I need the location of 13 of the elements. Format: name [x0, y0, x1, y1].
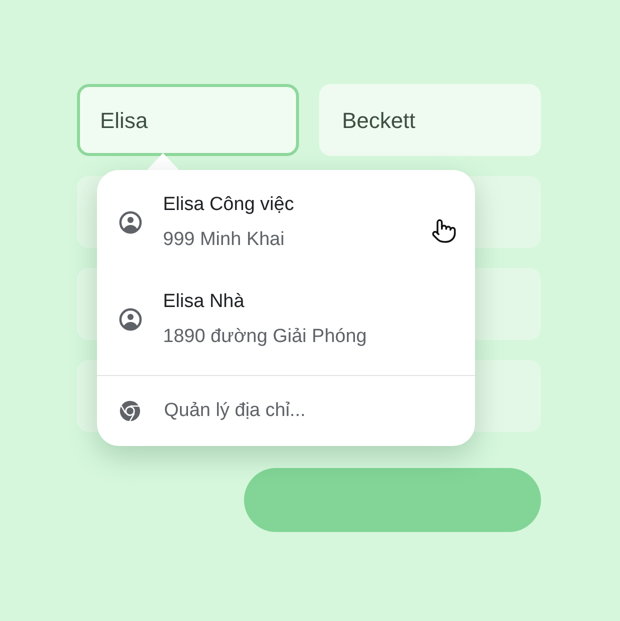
- suggestion-address: 999 Minh Khai: [163, 228, 286, 252]
- input-field[interactable]: Elisa: [77, 84, 299, 156]
- suggestion-title: Elisa Công việc: [163, 193, 294, 217]
- account-circle-icon: [119, 308, 142, 331]
- address-suggestion[interactable]: Elisa Công việc 999 Minh Khai: [97, 174, 475, 271]
- suggestion-title: Elisa Nhà: [163, 290, 246, 314]
- hand-cursor-icon: [431, 218, 457, 244]
- manage-addresses-item[interactable]: Quản lý địa chỉ...: [97, 376, 475, 446]
- suggestion-address: 1890 đường Giải Phóng: [163, 325, 367, 349]
- segmented-ring-icon: [119, 400, 141, 422]
- input-field[interactable]: Beckett: [319, 84, 541, 156]
- address-suggestion[interactable]: Elisa Nhà 1890 đường Giải Phóng: [97, 271, 475, 368]
- account-circle-icon: [119, 211, 142, 234]
